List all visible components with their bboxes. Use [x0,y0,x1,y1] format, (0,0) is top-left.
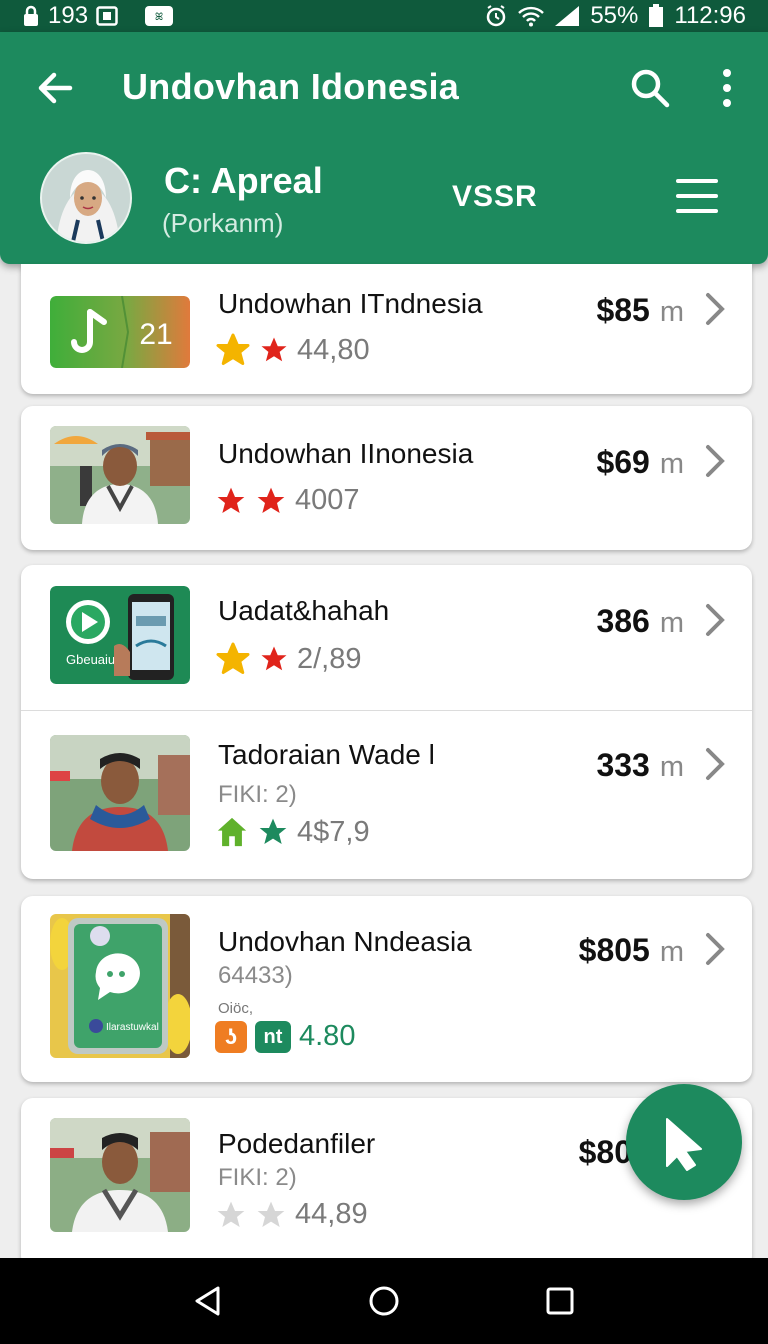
home-icon [217,817,247,847]
star-outline-icon [217,1201,245,1227]
rating-value: 4.80 [299,1020,356,1052]
item-price: $85 m [596,292,684,328]
item-title: Podedanfiler [218,1128,376,1159]
app-title: Undovhan Idonesia [122,66,460,107]
star-icon [261,646,287,671]
hamburger-menu-icon[interactable] [674,176,720,216]
item-price: 386 m [596,603,684,639]
app-bar: Undovhan Idonesia C: Apreal (Porkanm) VS… [0,32,768,264]
rating-value: 44,89 [295,1198,368,1230]
item-title: Tadoraian Wade l [218,739,435,770]
home-circle-icon [369,1286,399,1316]
cursor-arrow-icon [666,1118,702,1171]
list-card: Gbeuaiu Uadat&hahah 2/,89 386 m Tadoraia… [21,565,752,879]
system-navigation-bar [0,1258,768,1344]
item-title: Undowhan IInonesia [218,438,474,469]
portrait-thumbnail [50,426,190,524]
item-rating: 4$7,9 [215,815,370,849]
lock-icon [24,5,38,26]
thumbnail-text: Gbeuaiu [66,652,115,667]
list-card: Undowhan IInonesia 4007 $69 m [21,406,752,550]
portrait-thumbnail [50,735,190,851]
list-card: 21 Undowhan ITndnesia 44,80 $85 m [21,264,752,394]
profile-subtitle: (Porkanm) [162,208,284,238]
item-title: Undovhan Nndeasia [218,926,472,957]
rating-value: 4$7,9 [297,815,370,848]
star-icon [216,333,250,365]
chevron-right-icon [706,933,725,965]
thumbnail-text: Ilarastuwkal [106,1022,159,1033]
app-thumbnail: Gbeuaiu [50,586,190,684]
item-rating: ʖ nt 4.80 [215,1020,355,1053]
star-icon [216,642,250,674]
battery-percent: 55% [590,2,639,29]
chevron-right-icon [706,445,725,477]
rating-value: 44,80 [297,333,370,366]
star-outline-icon [257,1201,285,1227]
status-bar: 193 ꕤ 55% 112:96 [0,0,768,32]
item-title: Undowhan ITndnesia [218,288,483,319]
item-price: 333 m [596,747,684,783]
thumbnail-text: 21 [139,318,172,351]
back-arrow-icon[interactable] [34,66,78,110]
chevron-right-icon [706,604,725,636]
item-title: Uadat&hahah [218,595,390,626]
floating-action-button[interactable] [626,1084,742,1200]
battery-icon [649,4,664,27]
nav-recents-button[interactable] [536,1277,584,1325]
header-code: VSSR [452,180,538,213]
clock: 112:96 [674,2,746,29]
list-item[interactable]: 21 Undowhan ITndnesia 44,80 $85 m [21,264,752,394]
item-price: $80 [578,1134,632,1170]
alarm-icon [487,5,506,27]
status-left-text: 193 [48,2,89,29]
profile-name: C: Apreal [164,160,323,201]
list-item[interactable]: Tadoraian Wade l FIKI: 2) 4$7,9 333 m [21,711,752,879]
more-options-icon[interactable] [712,66,742,110]
star-icon [259,818,287,844]
rating-value: 2/,89 [297,642,362,675]
list-item[interactable]: Gbeuaiu Uadat&hahah 2/,89 386 m [21,565,752,710]
portrait-thumbnail [50,1118,190,1232]
rating-value: 4007 [295,484,360,516]
star-icon [257,487,285,513]
item-rating: 2/,89 [215,641,362,677]
profile-avatar[interactable] [40,152,132,244]
back-triangle-icon [195,1286,220,1316]
list-item[interactable]: Undowhan IInonesia 4007 $69 m [21,406,752,550]
item-label: Oiöc, [218,1000,254,1017]
chevron-right-icon [706,293,725,325]
nav-back-button[interactable] [184,1277,232,1325]
app-badge-icon: ʖ [215,1020,247,1053]
list-card: Ilarastuwkal Undovhan Nndeasia 64433) Oi… [21,896,752,1082]
star-icon [217,487,245,513]
item-rating: 44,80 [215,332,370,368]
chevron-right-icon [706,748,725,780]
item-subtitle: 64433) [218,962,293,989]
item-subtitle: FIKI: 2) [218,781,297,808]
item-price: $805 m [578,932,684,968]
notification-icon: ꕤ [145,6,174,26]
nav-home-button[interactable] [360,1277,408,1325]
svg-text:ꕤ: ꕤ [155,12,163,23]
app-badge-icon: nt [255,1020,291,1053]
item-price: $69 m [596,444,684,480]
item-rating: 44,89 [215,1198,368,1231]
app-thumbnail: Ilarastuwkal [50,914,190,1058]
search-icon[interactable] [628,66,672,110]
photo-icon [96,6,118,26]
star-icon [261,337,287,362]
item-subtitle: FIKI: 2) [218,1164,297,1191]
item-rating: 4007 [215,484,360,517]
list-item[interactable]: Ilarastuwkal Undovhan Nndeasia 64433) Oi… [21,896,752,1082]
recents-square-icon [546,1287,574,1315]
hijab-portrait-icon [42,154,130,242]
signal-icon [555,6,580,26]
wifi-icon [518,6,545,27]
app-thumbnail: 21 [50,296,190,368]
